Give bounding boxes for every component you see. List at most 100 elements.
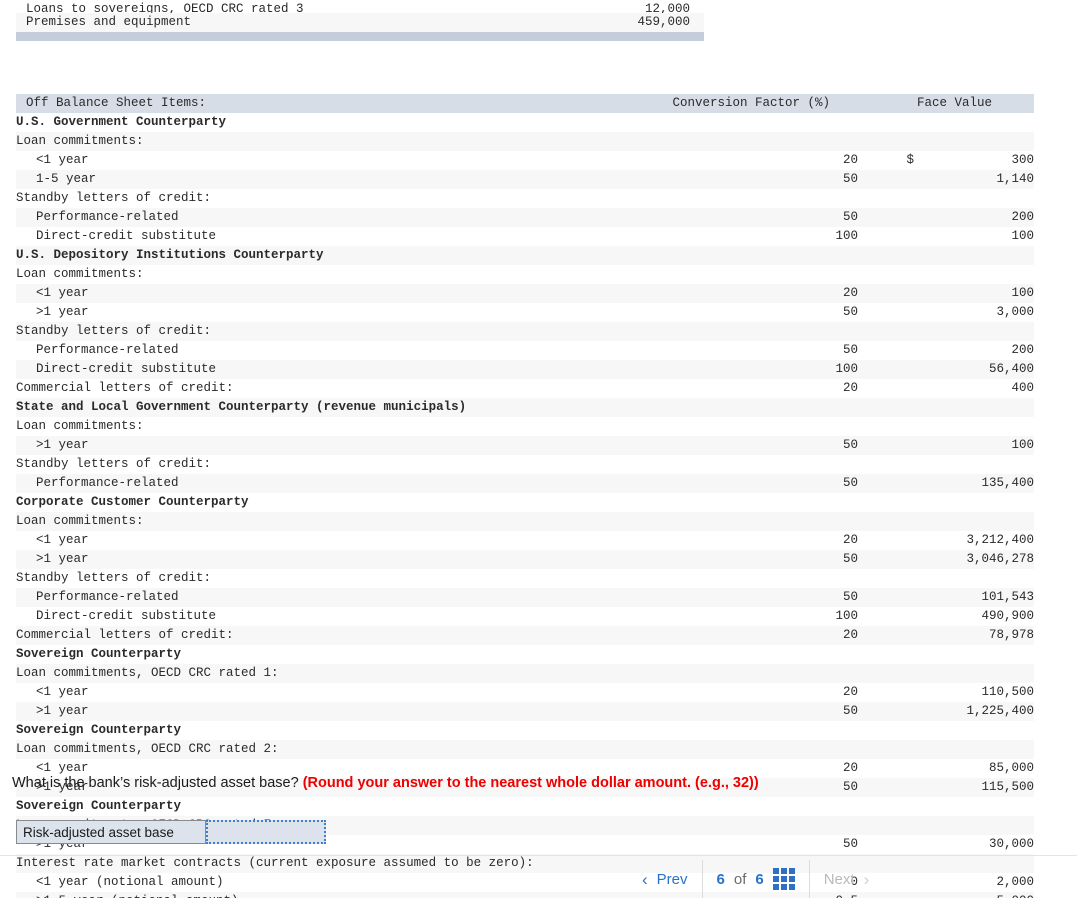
face-value-cell: 3,000	[914, 303, 1035, 322]
face-value-cell	[914, 721, 1035, 740]
table-row: Direct-credit substitute 100 56,400	[16, 360, 1035, 379]
row-label: Standby letters of credit:	[16, 322, 636, 341]
row-label: >1 year	[16, 436, 636, 455]
currency-symbol-cell	[858, 455, 914, 474]
currency-symbol-cell	[858, 398, 914, 417]
face-value-cell: 30,000	[914, 835, 1035, 854]
currency-symbol-cell	[858, 835, 914, 854]
row-label: Interest rate market contracts (current …	[16, 854, 636, 873]
table-row: >1 year 50 3,046,278	[16, 550, 1035, 569]
table-row: Loan commitments:	[16, 512, 1035, 531]
face-value-cell	[914, 645, 1035, 664]
currency-symbol-cell	[858, 322, 914, 341]
table-row: State and Local Government Counterparty …	[16, 398, 1035, 417]
face-value-cell	[914, 189, 1035, 208]
next-button-label: Next	[823, 870, 855, 888]
currency-symbol-cell	[858, 227, 914, 246]
conversion-factor-cell: 50	[636, 170, 858, 189]
counterparty-group-label: U.S. Depository Institutions Counterpart…	[16, 246, 636, 265]
face-value-cell: 56,400	[914, 360, 1035, 379]
current-page-number: 6	[716, 870, 725, 888]
table-row: <1 year 20 100	[16, 284, 1035, 303]
conversion-factor-cell: 20	[636, 284, 858, 303]
face-value-cell	[914, 664, 1035, 683]
row-label: Loan commitments:	[16, 265, 636, 284]
row-label: Standby letters of credit:	[16, 569, 636, 588]
conversion-factor-cell: 20	[636, 379, 858, 398]
table-row: Performance-related 50 135,400	[16, 474, 1035, 493]
answer-field-label: Risk-adjusted asset base	[16, 820, 206, 844]
face-value-cell	[914, 398, 1035, 417]
face-value-cell	[914, 265, 1035, 284]
currency-symbol-cell	[858, 531, 914, 550]
table-row: Performance-related 50 101,543	[16, 588, 1035, 607]
risk-adjusted-asset-base-input[interactable]	[206, 820, 326, 844]
currency-symbol-cell	[858, 759, 914, 778]
currency-symbol-cell	[858, 550, 914, 569]
row-label: Standby letters of credit:	[16, 189, 636, 208]
face-value-cell	[914, 417, 1035, 436]
column-header-items: Off Balance Sheet Items:	[16, 94, 636, 113]
assets-table-footer-band	[16, 32, 704, 41]
assets-table-clipped: Loans to sovereigns, OECD CRC rated 3 12…	[16, 0, 704, 41]
row-label: Premises and equipment	[16, 13, 614, 32]
counterparty-group-label: State and Local Government Counterparty …	[16, 398, 636, 417]
clipped-row-wrapper: Loans to sovereigns, OECD CRC rated 3 12…	[16, 0, 704, 13]
question-text: What is the bank’s risk-adjusted asset b…	[12, 775, 759, 791]
face-value-cell	[914, 854, 1035, 873]
conversion-factor-cell	[636, 664, 858, 683]
currency-symbol-cell	[858, 702, 914, 721]
conversion-factor-cell	[636, 721, 858, 740]
face-value-cell: 1,225,400	[914, 702, 1035, 721]
face-value-cell	[914, 493, 1035, 512]
face-value-cell: 300	[914, 151, 1035, 170]
table-row: Loan commitments:	[16, 265, 1035, 284]
conversion-factor-cell	[636, 322, 858, 341]
table-row: Standby letters of credit:	[16, 455, 1035, 474]
prev-button[interactable]: ‹ Prev	[628, 860, 702, 898]
counterparty-group-label: Sovereign Counterparty	[16, 721, 636, 740]
table-row: >1 year 50 100	[16, 436, 1035, 455]
conversion-factor-cell	[636, 816, 858, 835]
face-value-cell	[914, 132, 1035, 151]
table-row: Sovereign Counterparty	[16, 645, 1035, 664]
conversion-factor-cell	[636, 569, 858, 588]
next-button[interactable]: Next ›	[810, 860, 884, 898]
conversion-factor-cell: 50	[636, 303, 858, 322]
currency-symbol-cell	[858, 816, 914, 835]
table-row: <1 year 20 3,212,400	[16, 531, 1035, 550]
row-label: Loan commitments:	[16, 512, 636, 531]
currency-symbol-cell	[858, 626, 914, 645]
currency-symbol-cell	[858, 607, 914, 626]
row-value: 12,000	[614, 0, 704, 13]
row-label: Performance-related	[16, 208, 636, 227]
face-value-cell	[914, 113, 1035, 132]
currency-symbol-cell	[858, 208, 914, 227]
page-indicator: 6 of 6	[703, 860, 809, 898]
face-value-cell: 200	[914, 208, 1035, 227]
conversion-factor-cell: 100	[636, 360, 858, 379]
pagination-bar: ‹ Prev 6 of 6 Next ›	[628, 860, 883, 898]
conversion-factor-cell	[636, 455, 858, 474]
row-value: 459,000	[613, 13, 704, 32]
face-value-cell: 200	[914, 341, 1035, 360]
face-value-cell: 490,900	[914, 607, 1035, 626]
currency-symbol-cell	[858, 341, 914, 360]
table-row: Commercial letters of credit: 20 400	[16, 379, 1035, 398]
face-value-cell: 85,000	[914, 759, 1035, 778]
currency-symbol-cell	[858, 246, 914, 265]
table-row: Loan commitments, OECD CRC rated 2:	[16, 740, 1035, 759]
chevron-left-icon: ‹	[642, 869, 648, 889]
column-header-face-value: Face Value	[858, 94, 1035, 113]
conversion-factor-cell	[636, 493, 858, 512]
assets-table-top-fragment: Loans to sovereigns, OECD CRC rated 3 12…	[16, 0, 704, 13]
face-value-cell: 100	[914, 436, 1035, 455]
face-value-cell: 101,543	[914, 588, 1035, 607]
grid-view-icon[interactable]	[772, 868, 795, 890]
row-label: >1-5 year (notional amount)	[16, 892, 636, 898]
table-row: Premises and equipment 459,000	[16, 13, 704, 32]
row-label: Loans to sovereigns, OECD CRC rated 3	[16, 0, 615, 13]
face-value-cell	[914, 569, 1035, 588]
conversion-factor-cell: 50	[636, 702, 858, 721]
conversion-factor-cell	[636, 265, 858, 284]
